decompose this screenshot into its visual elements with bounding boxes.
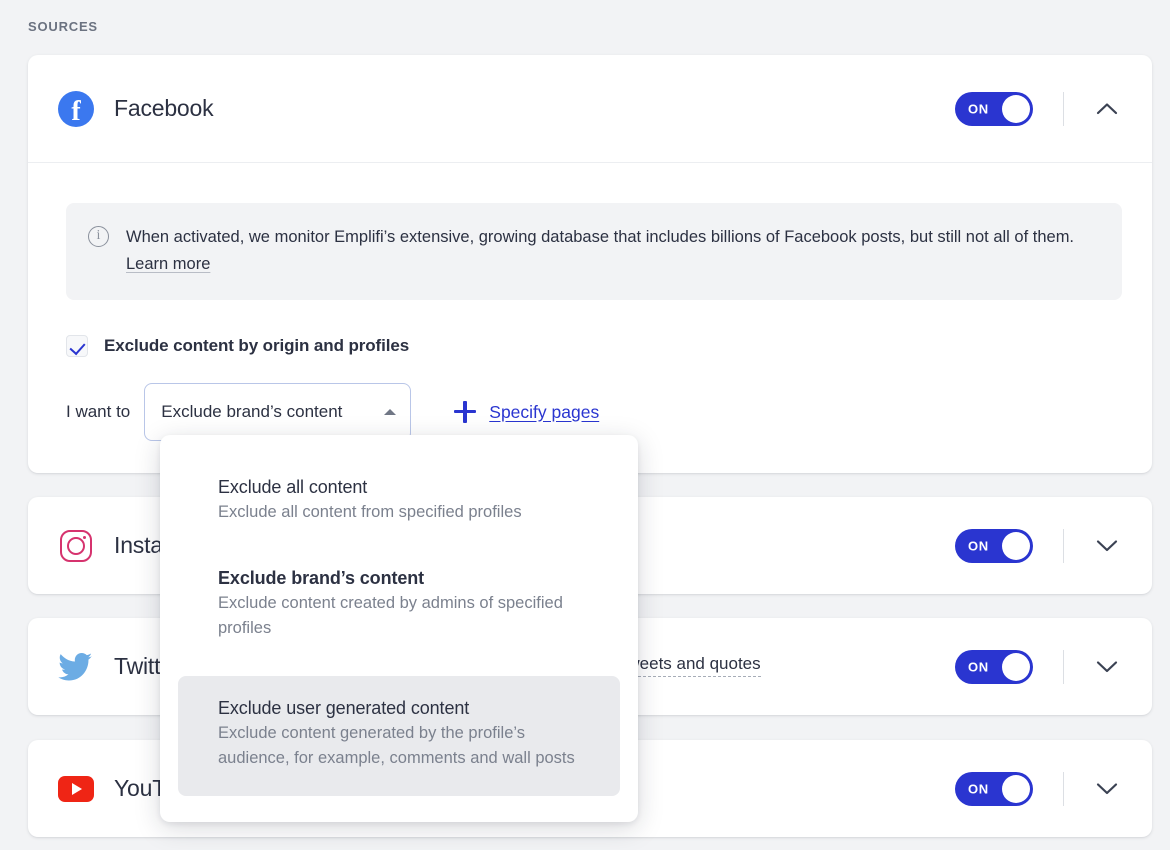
exclusion-type-select[interactable]: Exclude brand’s content: [144, 383, 412, 441]
exclude-content-checkbox[interactable]: [66, 335, 88, 357]
plus-icon: [454, 401, 477, 423]
toggle-knob: [1002, 774, 1030, 803]
twitter-icon: [58, 649, 94, 685]
info-circle-icon: i: [88, 226, 109, 247]
exclusion-select-row: I want to Exclude brand’s content Specif…: [66, 383, 1122, 441]
source-controls-twitter: ON: [955, 649, 1124, 684]
toggle-knob: [1002, 652, 1030, 681]
specify-pages-button[interactable]: Specify pages: [454, 401, 599, 423]
toggle-twitter[interactable]: ON: [955, 649, 1033, 684]
chevron-down-icon[interactable]: [1090, 529, 1124, 563]
info-banner: i When activated, we monitor Emplifi’s e…: [66, 203, 1122, 300]
source-controls-youtube: ON: [955, 771, 1124, 806]
facebook-expanded-body: i When activated, we monitor Emplifi’s e…: [28, 163, 1152, 441]
toggle-knob: [1002, 94, 1030, 123]
instagram-icon: [58, 528, 94, 564]
facebook-icon: f: [58, 90, 94, 127]
dropdown-option-exclude-all-content[interactable]: Exclude all content Exclude all content …: [178, 469, 620, 536]
toggle-label-youtube: ON: [968, 781, 989, 796]
divider: [1063, 649, 1064, 684]
divider: [1063, 771, 1064, 806]
sources-settings-page: SOURCES f Facebook ON i When activated, …: [0, 0, 1170, 850]
dropdown-option-exclude-user-generated-content[interactable]: Exclude user generated content Exclude c…: [178, 675, 620, 796]
toggle-label-facebook: ON: [968, 101, 989, 116]
dropdown-option-exclude-brands-content[interactable]: Exclude brand’s content Exclude content …: [178, 560, 620, 652]
dropdown-option-title: Exclude user generated content: [218, 697, 470, 718]
source-controls-instagram: ON: [955, 528, 1124, 563]
source-header-facebook: f Facebook ON: [28, 55, 1152, 163]
toggle-youtube[interactable]: ON: [955, 771, 1033, 806]
divider: [1063, 528, 1064, 563]
page-title: SOURCES: [28, 19, 98, 34]
toggle-label-twitter: ON: [968, 659, 989, 674]
toggle-facebook[interactable]: ON: [955, 91, 1033, 126]
dropdown-option-description: Exclude all content from specified profi…: [218, 503, 522, 521]
exclude-content-checkbox-row: Exclude content by origin and profiles: [66, 335, 1122, 357]
dropdown-option-title: Exclude brand’s content: [218, 567, 425, 588]
dropdown-option-description: Exclude content generated by the profile…: [218, 723, 575, 768]
twitter-bird-glyph: [58, 652, 92, 680]
exclusion-type-dropdown-menu: Exclude all content Exclude all content …: [160, 435, 638, 822]
info-banner-message: When activated, we monitor Emplifi’s ext…: [126, 228, 1075, 246]
chevron-down-icon[interactable]: [1090, 650, 1124, 684]
i-want-to-label: I want to: [66, 402, 131, 421]
info-banner-text: When activated, we monitor Emplifi’s ext…: [126, 224, 1098, 278]
source-controls-facebook: ON: [955, 91, 1124, 126]
caret-up-icon: [384, 409, 397, 415]
dropdown-option-title: Exclude all content: [218, 477, 368, 497]
source-card-facebook: f Facebook ON i When activated, we monit…: [28, 55, 1152, 473]
dropdown-option-description: Exclude content created by admins of spe…: [218, 593, 563, 638]
toggle-label-instagram: ON: [968, 538, 989, 553]
youtube-icon: [58, 771, 94, 807]
divider: [1063, 91, 1064, 126]
chevron-up-icon[interactable]: [1090, 92, 1124, 126]
toggle-knob: [1002, 531, 1030, 560]
exclusion-type-select-value: Exclude brand’s content: [161, 402, 343, 421]
learn-more-link[interactable]: Learn more: [126, 255, 210, 273]
toggle-instagram[interactable]: ON: [955, 528, 1033, 563]
chevron-down-icon[interactable]: [1090, 772, 1124, 806]
specify-pages-label: Specify pages: [489, 401, 600, 422]
source-name-facebook: Facebook: [114, 95, 214, 121]
exclude-content-checkbox-label: Exclude content by origin and profiles: [104, 336, 410, 355]
